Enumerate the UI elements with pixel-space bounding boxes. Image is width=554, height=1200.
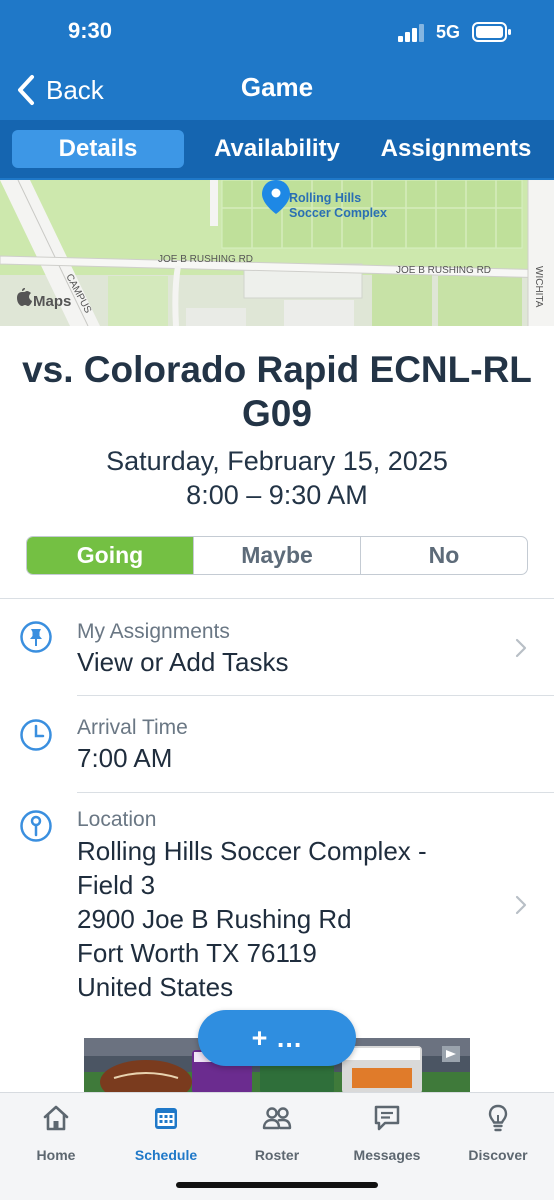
nav-discover-label: Discover [468,1147,528,1163]
game-title: vs. Colorado Rapid ECNL-RL G09 [22,349,532,434]
tab-details[interactable]: Details [12,130,184,168]
rsvp-maybe-button[interactable]: Maybe [193,537,360,574]
map-attribution: Maps [33,293,71,310]
map-venue-label-1: Rolling Hills [289,191,361,205]
status-bar: 9:30 5G [0,0,554,64]
lightbulb-icon [488,1104,508,1132]
rsvp-no-button[interactable]: No [360,537,527,574]
location-line-2: Field 3 [77,870,156,900]
tab-bar: Details Availability Assignments [0,120,554,178]
map-venue-label-2: Soccer Complex [289,206,387,220]
chat-icon [374,1105,400,1131]
map-road-label-wichita: WICHITA [533,266,544,308]
nav-home[interactable]: Home [6,1103,106,1165]
location-row[interactable]: Location Rolling Hills Soccer Complex - … [0,793,554,1011]
nav-roster[interactable]: Roster [227,1103,327,1165]
location-map[interactable]: Rolling Hills Soccer Complex JOE B RUSHI… [0,180,554,326]
location-caption: Location [77,808,157,831]
pushpin-icon [20,621,52,653]
rsvp-going-button[interactable]: Going [27,537,193,574]
game-date: Saturday, February 15, 2025 [106,446,448,476]
battery-icon [472,22,511,42]
location-line-5: United States [77,972,234,1002]
arrival-value: 7:00 AM [77,743,173,773]
chevron-right-icon [515,638,527,658]
nav-row: Back Game [0,64,554,114]
add-more-fab[interactable]: + ... [198,1010,356,1066]
home-indicator [176,1182,378,1188]
home-icon [43,1105,69,1131]
nav-home-label: Home [36,1147,76,1163]
arrival-caption: Arrival Time [77,716,188,739]
status-time: 9:30 [68,18,113,43]
nav-roster-label: Roster [254,1147,300,1163]
location-line-4: Fort Worth TX 76119 [77,938,317,968]
divider [0,598,554,599]
map-road-label-1: JOE B RUSHING RD [158,254,253,265]
map-graphic: Rolling Hills Soccer Complex JOE B RUSHI… [0,180,554,326]
rsvp-segmented-control: Going Maybe No [26,536,528,575]
nav-messages[interactable]: Messages [337,1103,437,1165]
location-line-1: Rolling Hills Soccer Complex - [77,836,427,866]
signal-icon [398,24,424,42]
people-icon [262,1107,292,1130]
network-type: 5G [436,22,461,42]
tab-assignments[interactable]: Assignments [368,130,544,168]
chevron-right-icon [515,895,527,915]
game-time: 8:00 – 9:30 AM [186,480,368,510]
nav-schedule-label: Schedule [134,1147,198,1163]
calendar-icon [155,1108,177,1129]
location-line-3: 2900 Joe B Rushing Rd [77,904,352,934]
arrival-row: Arrival Time 7:00 AM [0,696,554,792]
assignments-row[interactable]: My Assignments View or Add Tasks [0,600,554,695]
page-title: Game [240,72,314,102]
assignments-value: View or Add Tasks [77,647,289,677]
assignments-caption: My Assignments [77,620,230,643]
clock-icon [20,719,52,751]
nav-schedule[interactable]: Schedule [116,1103,216,1165]
map-road-label-2: JOE B RUSHING RD [396,265,491,276]
tab-availability[interactable]: Availability [198,130,356,168]
location-pin-icon [20,810,52,842]
nav-messages-label: Messages [353,1147,421,1163]
nav-discover[interactable]: Discover [448,1103,548,1165]
